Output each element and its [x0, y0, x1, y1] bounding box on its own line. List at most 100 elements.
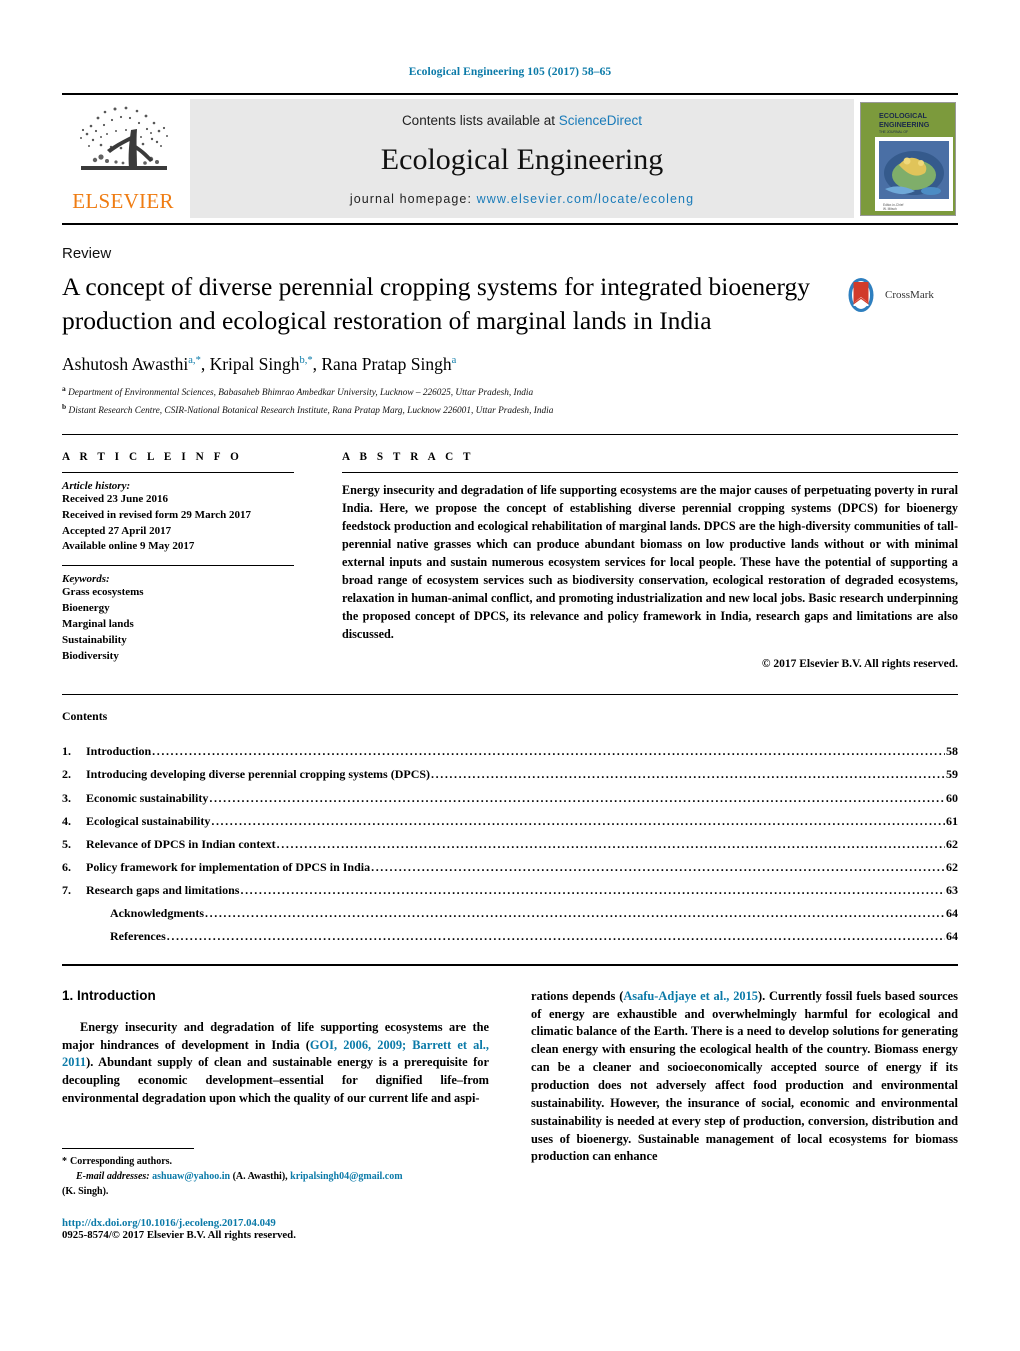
affiliation-marker: a [62, 384, 66, 394]
section-heading-introduction: 1. Introduction [62, 987, 156, 1003]
email-link-awasthi[interactable]: ashuaw@yahoo.in [152, 1171, 230, 1182]
journal-cover-art: ECOLOGICAL ENGINEERING THE JOURNAL OF Ed… [861, 103, 955, 215]
toc-page: 62 [946, 859, 958, 874]
svg-text:ENGINEERING: ENGINEERING [879, 120, 930, 129]
body-columns: 1. Introduction Energy insecurity and de… [62, 988, 958, 1167]
contents-title: Contents [62, 709, 108, 724]
elsevier-logo: ELSEVIER [62, 95, 184, 223]
svg-text:THE JOURNAL OF: THE JOURNAL OF [879, 130, 908, 134]
journal-title: Ecological Engineering [380, 143, 664, 177]
abstract-text: Energy insecurity and degradation of lif… [342, 483, 958, 641]
email-label: E-mail addresses: [76, 1171, 150, 1182]
masthead-center: Contents lists available at ScienceDirec… [190, 99, 854, 218]
toc-page: 63 [946, 882, 958, 897]
toc-dots: ........................................… [166, 928, 945, 943]
article-info-heading: A R T I C L E I N F O [62, 451, 243, 464]
article-type: Review [62, 245, 112, 262]
journal-homepage-line: journal homepage: www.elsevier.com/locat… [350, 192, 694, 206]
toc-item[interactable]: 5. Relevance of DPCS in Indian context .… [62, 833, 958, 856]
toc-page: 59 [946, 767, 958, 782]
crossmark-badge[interactable]: CrossMark [842, 276, 934, 314]
toc-number: 1. [62, 744, 71, 759]
intro-paragraph-left: Energy insecurity and degradation of lif… [62, 1019, 489, 1108]
toc-page: 61 [946, 813, 958, 828]
toc-item[interactable]: Acknowledgments ........................… [62, 902, 958, 925]
toc-label: Policy framework for implementation of D… [86, 859, 371, 874]
email-link-singh[interactable]: kripalsingh04@gmail.com [290, 1171, 402, 1182]
crossmark-label: CrossMark [885, 289, 934, 301]
contents-list: 1. Introduction ........................… [62, 740, 958, 947]
copyright-line: © 2017 Elsevier B.V. All rights reserved… [761, 657, 958, 670]
toc-dots: ........................................… [276, 836, 945, 851]
contents-available-line: Contents lists available at ScienceDirec… [402, 113, 642, 128]
toc-number: 4. [62, 813, 71, 828]
toc-dots: ........................................… [211, 813, 945, 828]
toc-number: 5. [62, 836, 71, 851]
toc-number: 3. [62, 790, 71, 805]
toc-item[interactable]: 2. Introducing developing diverse perenn… [62, 763, 958, 786]
affiliation-item: b Distant Research Centre, CSIR-National… [62, 401, 958, 419]
sciencedirect-link[interactable]: ScienceDirect [559, 113, 642, 128]
toc-label: Introduction [86, 744, 152, 759]
toc-item[interactable]: 7. Research gaps and limitations .......… [62, 879, 958, 902]
article-history-group: Article history: Received 23 June 2016 R… [62, 473, 294, 564]
affiliation-text: Department of Environmental Sciences, Ba… [68, 388, 534, 399]
toc-page: 62 [946, 836, 958, 851]
keyword-item: Grass ecosystems [62, 585, 144, 598]
elsevier-tree-icon [80, 106, 168, 170]
body-column-right: rations depends (Asafu-Adjaye et al., 20… [531, 988, 958, 1167]
footnote-rule [62, 1148, 194, 1149]
page-content: Ecological Engineering 105 (2017) 58–65 [62, 0, 958, 1166]
history-line: Received 23 June 2016 [62, 493, 169, 506]
toc-label: References [110, 928, 166, 943]
toc-number: 7. [62, 882, 71, 897]
affiliation-list: a Department of Environmental Sciences, … [62, 383, 958, 418]
intro-text-2: ). Abundant supply of clean and sustaina… [62, 1055, 489, 1106]
toc-page: 60 [946, 790, 958, 805]
citation-link[interactable]: Asafu-Adjaye et al., 2015 [623, 989, 758, 1003]
toc-label: Relevance of DPCS in Indian context [86, 836, 276, 851]
author-list: Ashutosh Awasthia,*, Kripal Singhb,*, Ra… [62, 354, 457, 375]
abstract-column: A B S T R A C T Energy insecurity and de… [342, 451, 958, 674]
contents-available-prefix: Contents lists available at [401, 113, 559, 128]
toc-item[interactable]: 6. Policy framework for implementation o… [62, 856, 958, 879]
body-column-left: 1. Introduction Energy insecurity and de… [62, 988, 489, 1167]
toc-item[interactable]: References .............................… [62, 925, 958, 948]
title-row: A concept of diverse perennial cropping … [62, 270, 958, 337]
page-title: A concept of diverse perennial cropping … [62, 272, 811, 335]
toc-item[interactable]: 4. Ecological sustainability ...........… [62, 810, 958, 833]
corresponding-authors-text: Corresponding authors. [70, 1156, 173, 1167]
issn-copyright-line: 0925-8574/© 2017 Elsevier B.V. All right… [62, 1229, 296, 1241]
paper-page: Ecological Engineering 105 (2017) 58–65 [0, 0, 1020, 1351]
keyword-item: Sustainability [62, 633, 127, 646]
toc-number: 2. [62, 767, 71, 782]
keyword-item: Marginal lands [62, 617, 134, 630]
history-line: Received in revised form 29 March 2017 [62, 508, 251, 521]
toc-dots: ........................................… [431, 767, 945, 782]
toc-label: Acknowledgments [110, 905, 205, 920]
email-owner-singh: (K. Singh). [62, 1186, 109, 1197]
journal-cover-thumbnail: ECOLOGICAL ENGINEERING THE JOURNAL OF Ed… [860, 102, 956, 216]
toc-item[interactable]: 1. Introduction ........................… [62, 740, 958, 763]
toc-page: 64 [946, 905, 958, 920]
toc-label: Research gaps and limitations [86, 882, 240, 897]
email-owner-awasthi: (A. Awasthi), [232, 1171, 288, 1182]
toc-dots: ........................................… [152, 744, 945, 759]
doi-link[interactable]: http://dx.doi.org/10.1016/j.ecoleng.2017… [62, 1217, 482, 1229]
toc-page: 64 [946, 928, 958, 943]
toc-label: Ecological sustainability [86, 813, 211, 828]
crossmark-icon [848, 278, 874, 312]
toc-item[interactable]: 3. Economic sustainability .............… [62, 787, 958, 810]
toc-number: 6. [62, 859, 71, 874]
abstract-heading: A B S T R A C T [342, 451, 475, 464]
corresponding-authors-note: * Corresponding authors. [62, 1154, 482, 1169]
toc-label: Introducing developing diverse perennial… [86, 767, 431, 782]
journal-homepage-link[interactable]: www.elsevier.com/locate/ecoleng [477, 192, 695, 206]
history-line: Accepted 27 April 2017 [62, 524, 172, 537]
toc-dots: ........................................… [205, 905, 945, 920]
article-info-column: A R T I C L E I N F O Article history: R… [62, 451, 294, 674]
intro-paragraph-right: rations depends (Asafu-Adjaye et al., 20… [531, 988, 958, 1167]
contents-bottom-rule [62, 963, 958, 966]
affiliation-item: a Department of Environmental Sciences, … [62, 383, 958, 401]
toc-label: Economic sustainability [86, 790, 209, 805]
